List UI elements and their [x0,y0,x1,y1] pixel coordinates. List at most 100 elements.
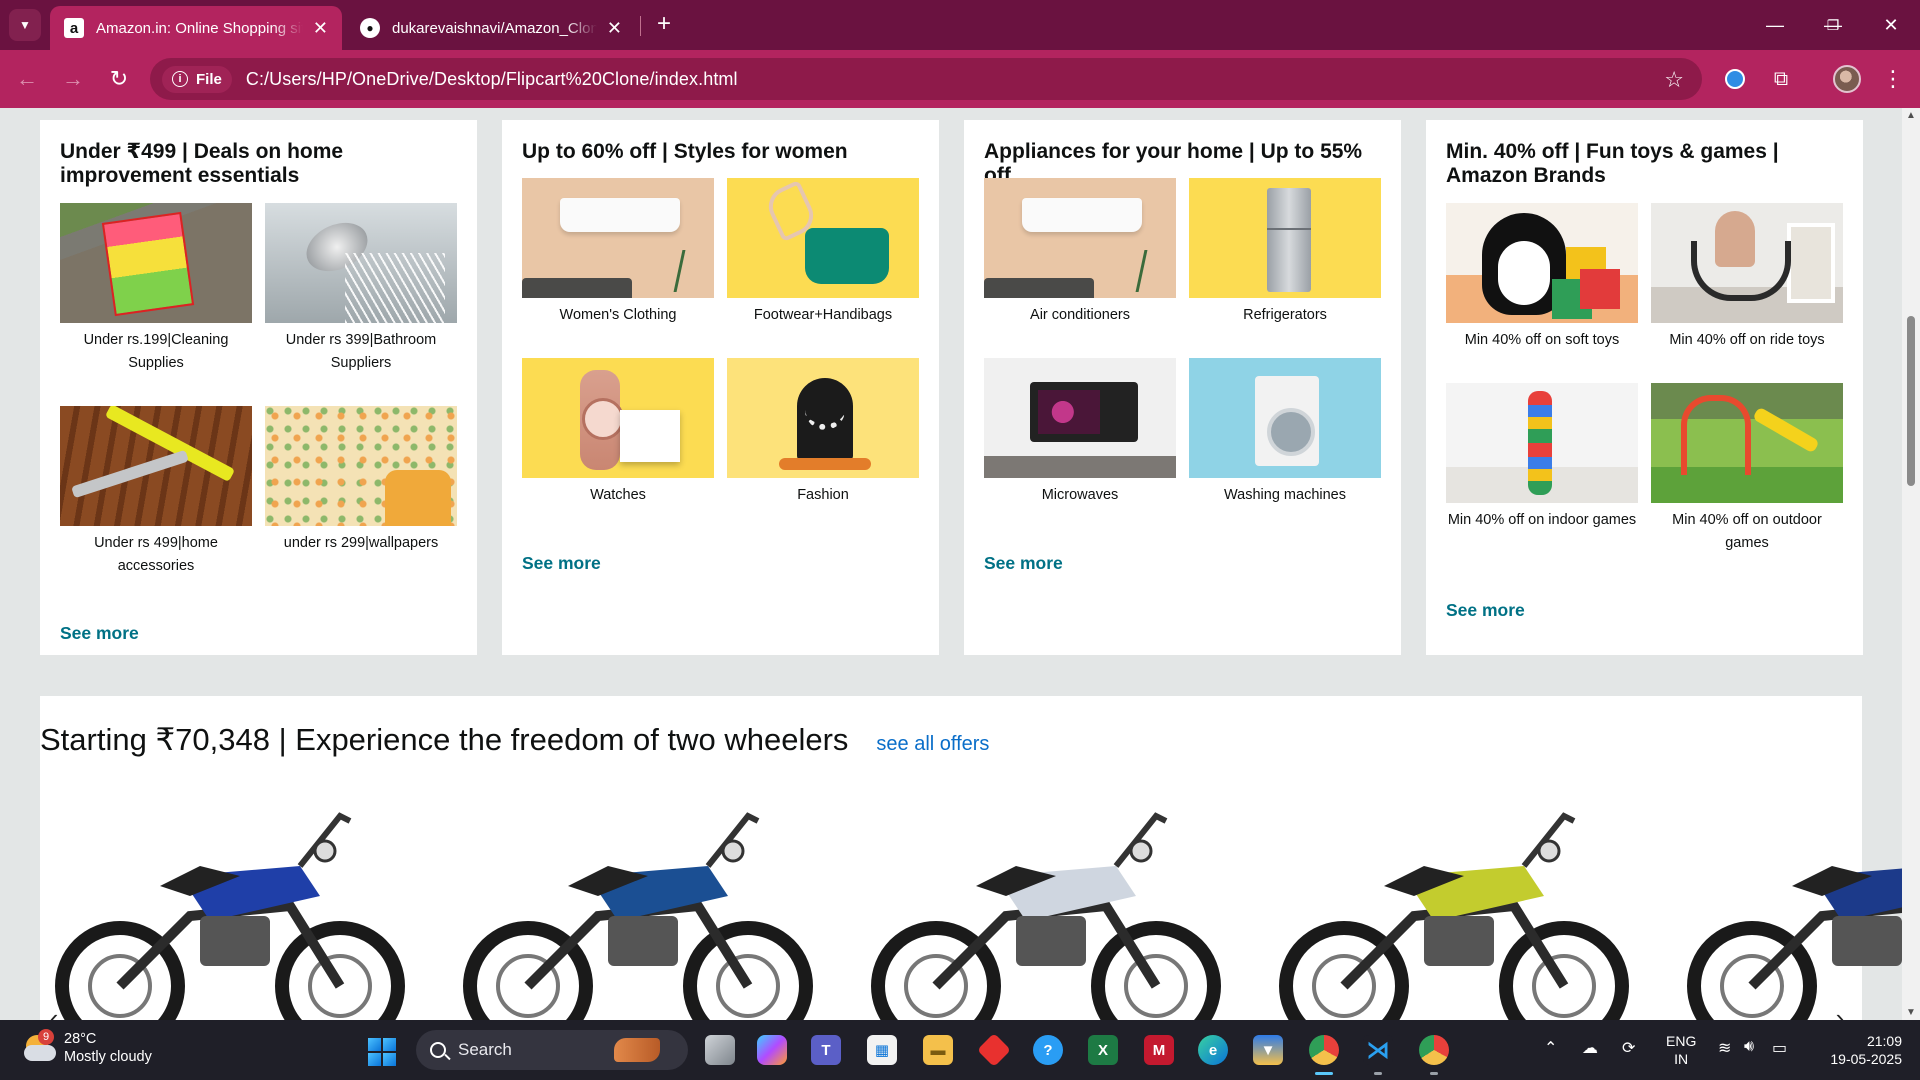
womens-clothing-image[interactable] [522,178,714,298]
see-more-link[interactable]: See more [60,623,139,644]
scroll-down-arrow[interactable]: ▼ [1906,1007,1916,1018]
file-explorer-icon[interactable]: ▬ [923,1035,953,1065]
profile-avatar[interactable] [1833,65,1861,93]
ride-toy-image[interactable] [1651,203,1843,323]
deal-item-air-conditioners[interactable]: Air conditioners [984,178,1176,327]
task-view-icon[interactable] [705,1035,735,1065]
motorcycle-image[interactable] [40,796,420,1020]
deal-card-appliances: Appliances for your home | Up to 55% off… [964,120,1401,655]
indoor-game-image[interactable] [1446,383,1638,503]
page-scrollbar[interactable]: ▲ ▼ [1902,108,1920,1020]
motorcycle-image[interactable] [1672,796,1902,1020]
app-diamond-icon[interactable] [977,1033,1011,1067]
deal-item-womens-clothing[interactable]: Women's Clothing [522,178,714,327]
chrome-profile-icon[interactable] [1419,1035,1449,1065]
chrome-icon[interactable] [1309,1035,1339,1065]
vscode-icon[interactable]: ⋊ [1363,1035,1393,1065]
volume-icon[interactable]: 🔊︎ [1744,1038,1754,1056]
deal-item-bathroom[interactable]: Under rs 399|Bathroom Suppliers [265,203,457,375]
extension-shield-icon[interactable] [1720,64,1750,94]
bookmark-star-icon[interactable]: ☆ [1664,67,1684,93]
scroll-up-arrow[interactable]: ▲ [1906,110,1916,121]
excel-icon[interactable]: X [1088,1035,1118,1065]
restore-button[interactable]: ❐ [1804,0,1862,50]
deal-item-wallpapers[interactable]: under rs 299|wallpapers [265,406,457,555]
deal-item-watches[interactable]: Watches [522,358,714,507]
watch-image[interactable] [522,358,714,478]
onedrive-cloud-icon[interactable]: ☁ [1582,1038,1598,1058]
url-text[interactable]: C:/Users/HP/OneDrive/Desktop/Flipcart%20… [246,69,738,90]
weather-widget[interactable]: 9 28°C Mostly cloudy [22,1029,152,1066]
close-window-button[interactable]: ✕ [1862,0,1920,50]
motorcycle-image[interactable] [856,796,1236,1020]
necklace-image[interactable] [727,358,919,478]
carousel-prev-arrow[interactable]: ‹ [40,996,68,1021]
back-button[interactable]: ← [12,64,42,94]
motorcycle-image[interactable] [448,796,828,1020]
taskbar-search[interactable]: Search [416,1030,688,1070]
battery-icon[interactable]: ▭ [1772,1038,1787,1058]
deal-item-home-accessories[interactable]: Under rs 499|home accessories [60,406,252,578]
microwave-image[interactable] [984,358,1176,478]
close-tab-icon[interactable]: ✕ [607,18,622,39]
card-title: Up to 60% off | Styles for women [522,140,848,163]
see-all-offers-link[interactable]: see all offers [876,733,989,756]
scrollbar-thumb[interactable] [1907,316,1915,486]
address-bar[interactable]: i File C:/Users/HP/OneDrive/Desktop/Flip… [150,58,1702,100]
refrigerator-image[interactable] [1189,178,1381,298]
extensions-puzzle-icon[interactable]: ⧉ [1766,64,1796,94]
show-hidden-icons-chevron[interactable]: ⌃ [1544,1038,1557,1058]
browser-menu-icon[interactable]: ⋮ [1880,64,1906,94]
site-info-chip[interactable]: i File [162,65,232,93]
rewards-icon[interactable]: ▼ [1253,1035,1283,1065]
deal-item-microwaves[interactable]: Microwaves [984,358,1176,507]
deal-item-footwear[interactable]: Footwear+Handibags [727,178,919,327]
washing-machine-image[interactable] [1189,358,1381,478]
help-icon[interactable]: ? [1033,1035,1063,1065]
deal-item-outdoor-games[interactable]: Min 40% off on outdoor games [1651,383,1843,555]
deal-item-indoor-games[interactable]: Min 40% off on indoor games [1446,383,1638,532]
footwear-handbag-image[interactable] [727,178,919,298]
tools-image[interactable] [60,406,252,526]
item-caption: Min 40% off on indoor games [1447,512,1637,528]
forward-button[interactable]: → [58,64,88,94]
edge-icon[interactable]: e [1198,1035,1228,1065]
deal-item-washing-machines[interactable]: Washing machines [1189,358,1381,507]
tab-amazon[interactable]: a Amazon.in: Online Shopping sit ✕ [50,6,342,50]
deal-item-refrigerators[interactable]: Refrigerators [1189,178,1381,327]
shower-head-image[interactable] [265,203,457,323]
carousel-next-arrow[interactable]: › [1826,996,1854,1020]
teams-icon[interactable]: T [811,1035,841,1065]
language-indicator[interactable]: ENG IN [1666,1032,1696,1068]
see-more-link[interactable]: See more [1446,600,1525,621]
reload-button[interactable]: ↻ [104,64,134,94]
windows-start-icon[interactable] [368,1038,396,1066]
system-clock[interactable]: 21:09 19-05-2025 [1816,1032,1902,1068]
cleaning-supplies-image[interactable] [60,203,252,323]
new-tab-button[interactable]: + [650,10,678,38]
soft-toy-penguin-image[interactable] [1446,203,1638,323]
motorcycle-image[interactable] [1264,796,1644,1020]
microsoft-store-icon[interactable]: ▦ [867,1035,897,1065]
deal-item-cleaning[interactable]: Under rs.199|Cleaning Supplies [60,203,252,375]
tab-search-button[interactable]: ▼ [9,9,41,41]
deal-item-ride-toys[interactable]: Min 40% off on ride toys [1651,203,1843,352]
deal-item-fashion[interactable]: Fashion [727,358,919,507]
mcafee-icon[interactable]: M [1144,1035,1174,1065]
see-more-link[interactable]: See more [984,553,1063,574]
close-tab-icon[interactable]: ✕ [313,18,328,39]
wallpaper-image[interactable] [265,406,457,526]
copilot-icon[interactable] [757,1035,787,1065]
outdoor-swing-image[interactable] [1651,383,1843,503]
item-caption: Washing machines [1224,487,1346,503]
wifi-icon[interactable]: ≋ [1718,1038,1731,1058]
deal-item-soft-toys[interactable]: Min 40% off on soft toys [1446,203,1638,352]
vscode-running-indicator [1374,1072,1382,1075]
air-conditioner-image[interactable] [984,178,1176,298]
tab-github[interactable]: ● dukarevaishnavi/Amazon_Clone ✕ [346,6,636,50]
see-more-link[interactable]: See more [522,553,601,574]
sync-icon[interactable]: ⟳ [1622,1038,1635,1058]
minimize-button[interactable]: — [1746,0,1804,50]
weather-temp: 28°C [64,1031,97,1047]
card-title: Under ₹499 | Deals on home improvement e… [60,140,344,187]
